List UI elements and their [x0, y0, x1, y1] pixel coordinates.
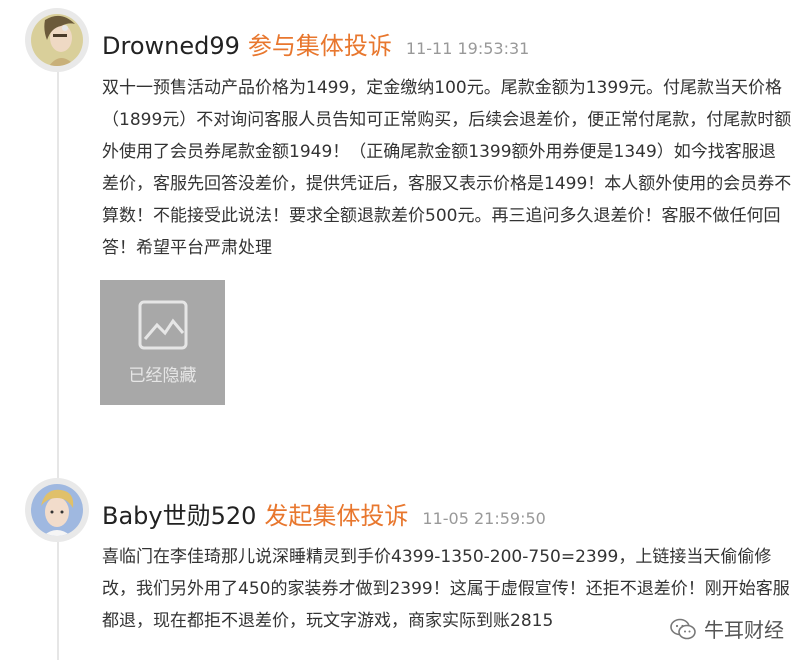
avatar-frame	[25, 478, 89, 542]
complaint-action-link[interactable]: 发起集体投诉	[264, 496, 408, 531]
timestamp: 11-05 21:59:50	[422, 509, 546, 528]
username[interactable]: Baby世勋520	[102, 496, 256, 531]
wechat-icon	[670, 618, 696, 639]
post-header: Drowned99 参与集体投诉 11-11 19:53:31	[102, 26, 529, 61]
avatar-frame	[25, 8, 89, 72]
post-header: Baby世勋520 发起集体投诉 11-05 21:59:50	[102, 496, 546, 531]
watermark: 牛耳财经	[670, 614, 784, 643]
username[interactable]: Drowned99	[102, 32, 240, 60]
timestamp: 11-11 19:53:31	[405, 39, 530, 58]
hidden-image-placeholder[interactable]: 已经隐藏	[100, 280, 225, 405]
avatar-portrait-icon	[31, 484, 83, 536]
avatar[interactable]	[31, 484, 83, 536]
complaint-action-link[interactable]: 参与集体投诉	[248, 26, 392, 61]
complaint-text: 双十一预售活动产品价格为1499，定金缴纳100元。尾款金额为1399元。付尾款…	[102, 78, 792, 258]
timeline-line	[57, 60, 59, 660]
image-icon	[138, 300, 187, 350]
hidden-label: 已经隐藏	[128, 366, 197, 386]
watermark-text: 牛耳财经	[704, 618, 784, 642]
avatar-portrait-icon	[31, 14, 83, 66]
avatar[interactable]	[31, 14, 83, 66]
